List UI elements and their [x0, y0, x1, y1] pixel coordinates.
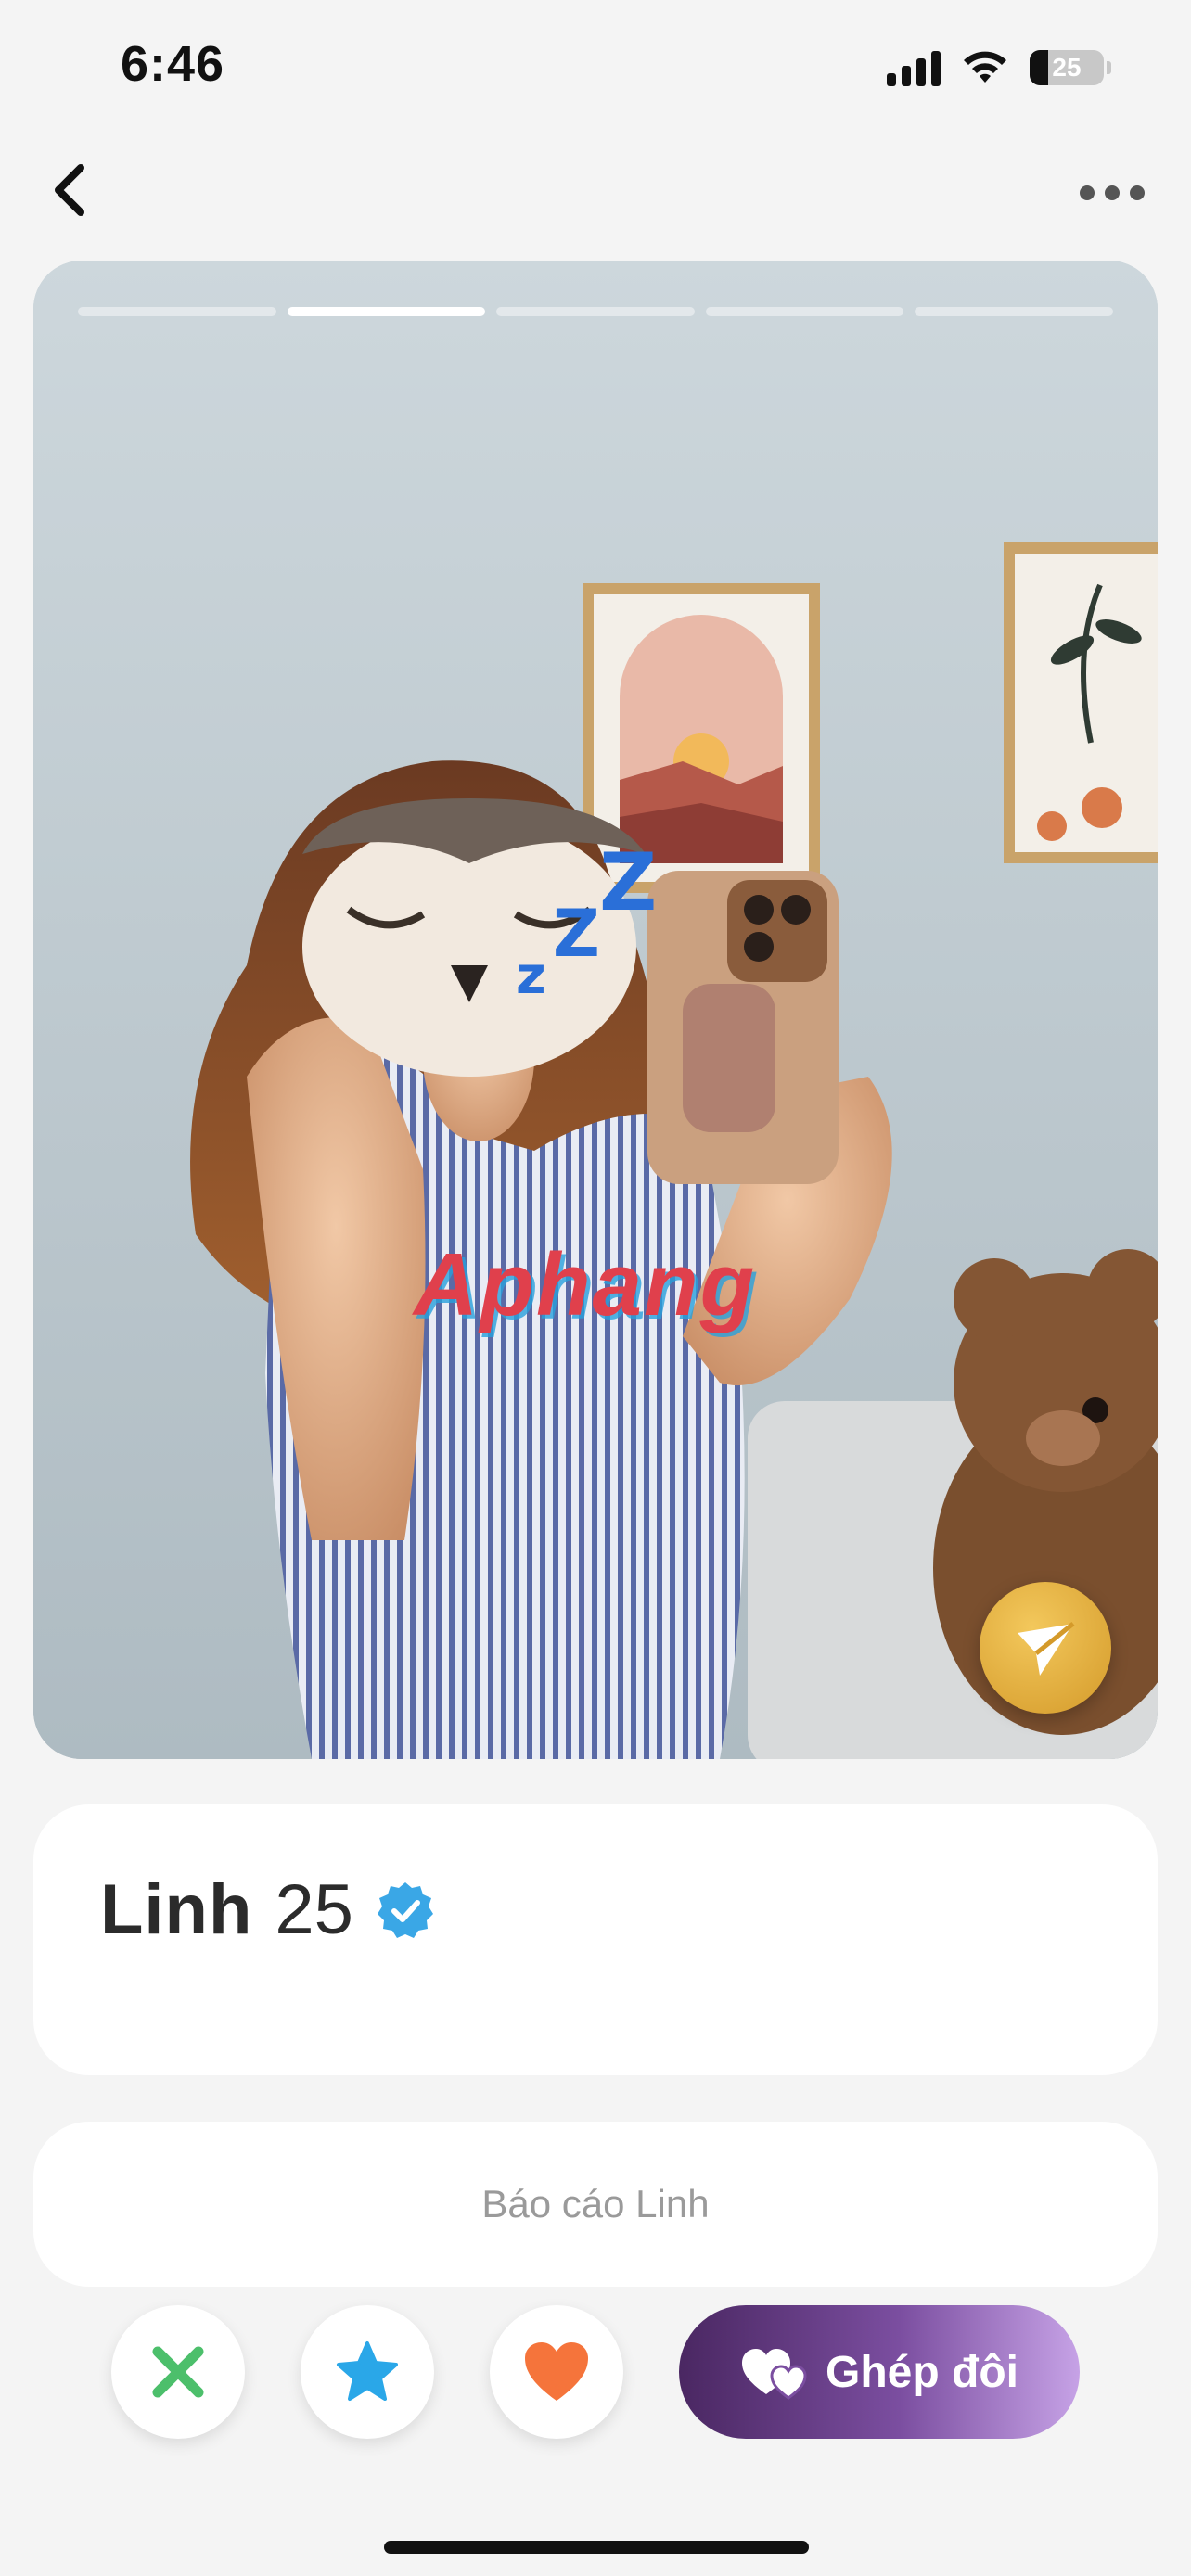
battery-level: 25: [1052, 53, 1082, 82]
more-dots-icon: [1080, 185, 1095, 200]
photo-progress-bars: [78, 307, 1113, 316]
svg-text:z: z: [516, 946, 546, 1006]
wifi-icon: [964, 51, 1006, 83]
photo-progress-segment[interactable]: [915, 307, 1113, 316]
svg-text:Z: Z: [599, 836, 657, 929]
name-row: Linh 25: [100, 1869, 435, 1950]
report-button[interactable]: Báo cáo Linh: [33, 2122, 1158, 2287]
photo-progress-segment[interactable]: [705, 307, 904, 316]
like-button[interactable]: [490, 2305, 623, 2439]
chevron-left-icon: [55, 164, 84, 216]
back-button[interactable]: [37, 158, 102, 223]
profile-screen: 6:46 25 z Z Z Aphang Linh 25 Báo cáo Lin…: [0, 0, 1191, 2576]
verified-badge-icon: [377, 1881, 433, 1938]
match-button[interactable]: Ghép đôi: [679, 2305, 1080, 2439]
photo-progress-segment[interactable]: [496, 307, 695, 316]
cellular-signal-icon: [887, 49, 941, 86]
x-icon: [152, 2346, 204, 2398]
super-like-fab-button[interactable]: [980, 1582, 1111, 1714]
profile-info-card: Linh 25: [33, 1804, 1158, 2075]
battery-icon: 25: [1030, 50, 1104, 85]
super-like-button[interactable]: [301, 2305, 434, 2439]
hearts-icon: [742, 2349, 807, 2400]
status-icons: 25: [887, 45, 1111, 91]
paper-plane-icon: [1018, 1622, 1075, 1676]
photo-progress-segment[interactable]: [78, 307, 276, 316]
svg-text:Z: Z: [553, 896, 600, 972]
star-icon: [337, 2341, 398, 2401]
photo-progress-segment[interactable]: [287, 307, 486, 316]
nope-button[interactable]: [111, 2305, 245, 2439]
photo-image: z Z Z: [33, 261, 1158, 1759]
profile-photo[interactable]: z Z Z Aphang: [33, 261, 1158, 1759]
more-options-button[interactable]: [1070, 167, 1154, 219]
status-time: 6:46: [121, 36, 225, 92]
status-bar: 6:46 25: [0, 0, 1191, 130]
match-label: Ghép đôi: [826, 2347, 1018, 2397]
report-label: Báo cáo Linh: [481, 2182, 710, 2225]
watermark-text: Aphang: [414, 1235, 757, 1334]
heart-icon: [525, 2342, 588, 2401]
profile-age: 25: [275, 1870, 353, 1949]
home-indicator[interactable]: [384, 2541, 809, 2554]
profile-name: Linh: [100, 1870, 253, 1949]
